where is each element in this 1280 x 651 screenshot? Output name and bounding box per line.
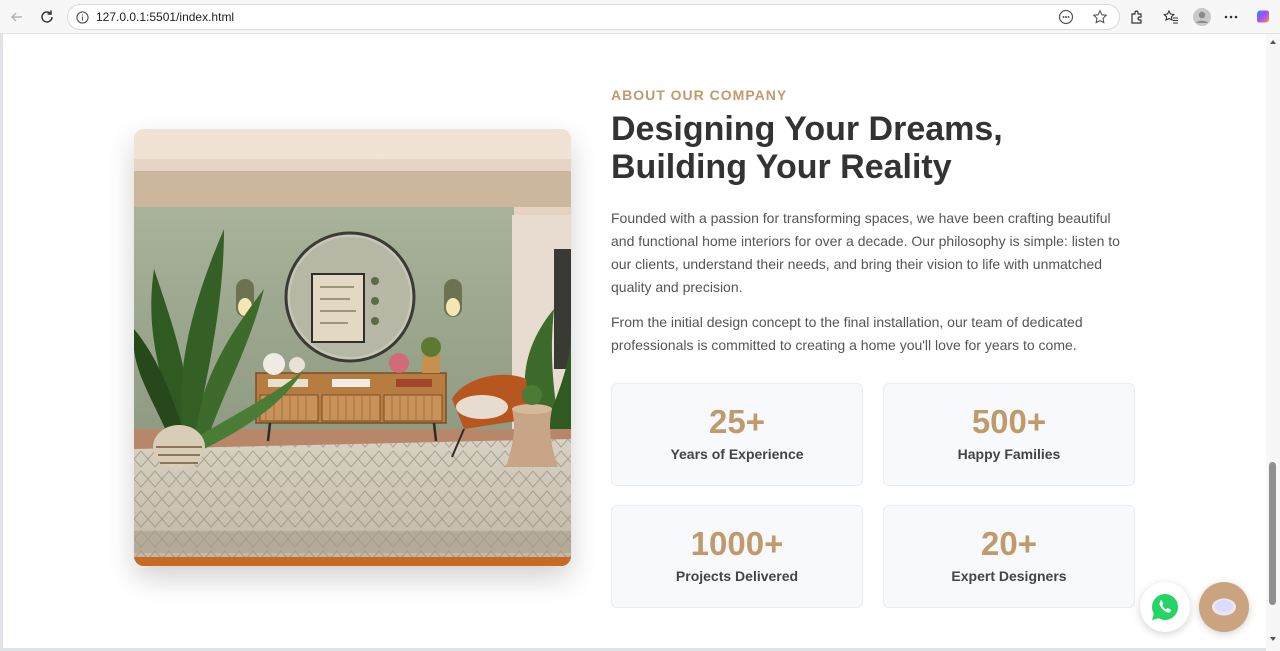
reload-icon [41, 10, 53, 23]
stat-label: Expert Designers [951, 568, 1067, 584]
whatsapp-button[interactable] [1140, 582, 1190, 632]
stat-value: 1000+ [690, 525, 784, 562]
scroll-down-icon[interactable] [1269, 635, 1277, 643]
stat-label: Years of Experience [670, 446, 804, 462]
scroll-thumb[interactable] [1269, 462, 1276, 605]
stat-card-designers: 20+ Expert Designers [883, 505, 1135, 608]
arrow-left-icon [10, 12, 22, 22]
page-scrollbar[interactable] [1266, 34, 1280, 651]
chat-icon [1212, 598, 1236, 616]
stat-card-families: 500+ Happy Families [883, 383, 1135, 486]
reader-icon[interactable] [1054, 5, 1078, 29]
living-room-illustration [134, 129, 571, 566]
scroll-up-icon[interactable] [1269, 38, 1277, 46]
section-eyebrow: ABOUT OUR COMPANY [611, 87, 788, 103]
chat-button[interactable] [1199, 582, 1249, 632]
puzzle-icon[interactable] [1125, 5, 1149, 29]
url-text[interactable]: 127.0.0.1:5501/index.html [96, 10, 234, 24]
stat-label: Happy Families [957, 446, 1061, 462]
more-icon[interactable] [1219, 5, 1243, 29]
about-paragraph-2: From the initial design concept to the f… [611, 314, 1083, 353]
stat-value: 20+ [981, 525, 1037, 562]
copilot-icon[interactable] [1251, 5, 1275, 29]
back-button[interactable] [5, 5, 29, 29]
interior-photo [134, 129, 571, 566]
whatsapp-icon [1152, 594, 1179, 620]
stat-value: 500+ [971, 403, 1047, 440]
star-icon[interactable] [1088, 5, 1112, 29]
stat-value: 25+ [709, 403, 765, 440]
browser-toolbar: 127.0.0.1:5501/index.html [0, 0, 1280, 34]
info-icon[interactable] [76, 11, 89, 29]
address-bar[interactable]: 127.0.0.1:5501/index.html [67, 4, 1120, 30]
stat-card-projects: 1000+ Projects Delivered [611, 505, 863, 608]
stat-label: Projects Delivered [675, 568, 799, 584]
stat-card-experience: 25+ Years of Experience [611, 383, 863, 486]
page-viewport: ABOUT OUR COMPANY Designing Your Dreams,… [3, 34, 1266, 648]
favorites-icon[interactable] [1159, 5, 1183, 29]
avatar-icon[interactable] [1190, 5, 1214, 29]
section-heading: Designing Your Dreams, Building Your Rea… [611, 110, 1003, 186]
about-paragraph-1: Founded with a passion for transforming … [611, 210, 1120, 295]
reload-button[interactable] [35, 5, 59, 29]
